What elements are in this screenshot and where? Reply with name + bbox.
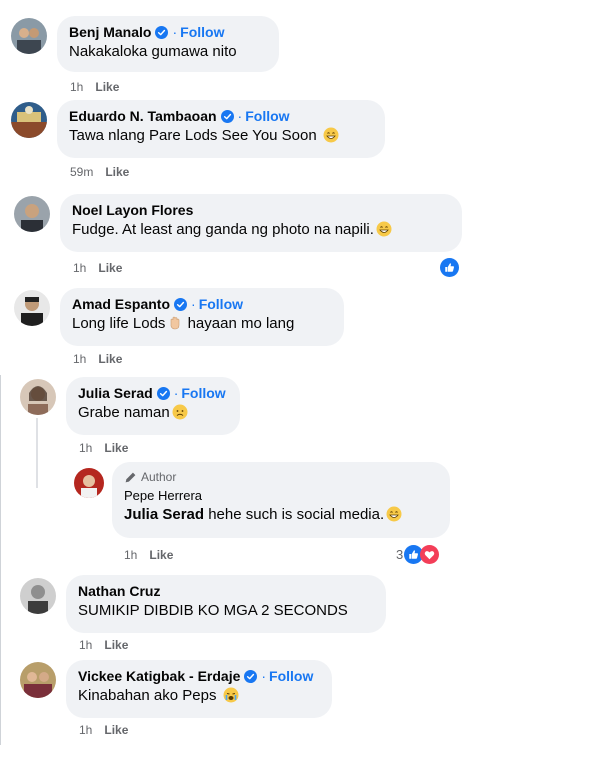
grin-emoji-icon [376, 221, 392, 237]
separator-dot: · [237, 108, 243, 124]
comment-text: Fudge. At least ang ganda ng photo na na… [72, 221, 450, 238]
mention-link[interactable]: Julia Serad [124, 506, 204, 523]
comment-text: SUMIKIP DIBDIB KO MGA 2 SECONDS [78, 602, 348, 619]
comment-meta: 1h Like [70, 80, 119, 94]
follow-button[interactable]: Follow [180, 24, 224, 40]
separator-dot: · [172, 24, 178, 40]
crying-emoji-icon [223, 687, 239, 703]
follow-button[interactable]: Follow [245, 108, 289, 124]
timestamp[interactable]: 1h [70, 80, 83, 94]
timestamp[interactable]: 1h [79, 723, 92, 737]
pencil-icon [125, 472, 136, 482]
reply-connector [36, 484, 38, 485]
like-button[interactable]: Like [95, 80, 119, 94]
separator-dot: · [261, 668, 267, 684]
comment-bubble: Amad Espanto · Follow Long life Lods hay… [60, 288, 344, 346]
comment-bubble: Julia Serad · Follow Grabe naman [66, 377, 240, 435]
thread-left-bar [0, 375, 1, 745]
like-button[interactable]: Like [149, 548, 173, 562]
separator-dot: · [191, 296, 196, 312]
avatar[interactable] [74, 468, 104, 498]
comment-meta: 1h Like [79, 723, 128, 737]
follow-button[interactable]: Follow [199, 296, 243, 312]
comment-bubble: Benj Manalo · Follow Nakakaloka gumawa n… [57, 16, 279, 72]
verified-badge-icon [157, 387, 170, 400]
avatar[interactable] [20, 578, 56, 614]
commenter-name[interactable]: Julia Serad [78, 385, 153, 401]
avatar[interactable] [20, 379, 56, 415]
verified-badge-icon [174, 298, 187, 311]
comment-meta: 1h Like [73, 352, 122, 366]
like-button[interactable]: Like [104, 723, 128, 737]
comment-meta: 59m Like [70, 165, 129, 179]
comment-text: Grabe naman [78, 404, 228, 421]
sad-emoji-icon [172, 404, 188, 420]
grin-emoji-icon [386, 506, 402, 522]
comment-meta: 1h Like [73, 261, 122, 275]
comment-text: Julia Serad hehe such is social media. [124, 506, 438, 523]
timestamp[interactable]: 59m [70, 165, 93, 179]
reaction-count: 3 [396, 547, 404, 562]
comment-meta: 1h Like [79, 441, 128, 455]
reaction-summary[interactable] [440, 258, 459, 277]
separator-dot: · [173, 385, 179, 401]
grin-emoji-icon [323, 127, 339, 143]
commenter-name[interactable]: Noel Layon Flores [72, 202, 193, 218]
like-button[interactable]: Like [98, 352, 122, 366]
commenter-name[interactable]: Pepe Herrera [124, 488, 202, 503]
commenter-name[interactable]: Vickee Katigbak - Erdaje [78, 668, 240, 684]
commenter-name[interactable]: Amad Espanto [72, 296, 170, 312]
like-button[interactable]: Like [98, 261, 122, 275]
comment-meta: 1h Like [79, 638, 128, 652]
author-tag: Author [124, 470, 438, 484]
avatar[interactable] [14, 196, 50, 232]
reply-thread-line [36, 418, 38, 488]
love-reaction-icon [420, 545, 439, 564]
commenter-name[interactable]: Benj Manalo [69, 24, 151, 40]
like-reaction-icon [440, 258, 459, 277]
comment-meta: 1h Like [124, 548, 173, 562]
timestamp[interactable]: 1h [124, 548, 137, 562]
comment-bubble: Author Pepe Herrera Julia Serad hehe suc… [112, 462, 450, 538]
timestamp[interactable]: 1h [79, 441, 92, 455]
comment-text: Kinabahan ako Peps [78, 687, 320, 704]
timestamp[interactable]: 1h [73, 352, 86, 366]
verified-badge-icon [155, 26, 168, 39]
verified-badge-icon [221, 110, 234, 123]
comment-text: Nakakaloka gumawa nito [69, 43, 237, 60]
timestamp[interactable]: 1h [73, 261, 86, 275]
comment-bubble: Noel Layon Flores Fudge. At least ang ga… [60, 194, 462, 252]
like-button[interactable]: Like [104, 638, 128, 652]
comment-text: Long life Lods hayaan mo lang [72, 315, 295, 332]
hand-emoji-icon [167, 315, 183, 331]
verified-badge-icon [244, 670, 257, 683]
comment-text: Tawa nlang Pare Lods See You Soon [69, 127, 373, 144]
comment-bubble: Eduardo N. Tambaoan · Follow Tawa nlang … [57, 100, 385, 158]
commenter-name[interactable]: Nathan Cruz [78, 583, 160, 599]
reaction-summary[interactable]: 3 [396, 545, 439, 564]
avatar[interactable] [11, 18, 47, 54]
like-button[interactable]: Like [104, 441, 128, 455]
avatar[interactable] [20, 662, 56, 698]
avatar[interactable] [14, 290, 50, 326]
timestamp[interactable]: 1h [79, 638, 92, 652]
comment-bubble: Nathan Cruz SUMIKIP DIBDIB KO MGA 2 SECO… [66, 575, 386, 633]
comment-bubble: Vickee Katigbak - Erdaje · Follow Kinaba… [66, 660, 332, 718]
like-button[interactable]: Like [105, 165, 129, 179]
commenter-name[interactable]: Eduardo N. Tambaoan [69, 108, 217, 124]
avatar[interactable] [11, 102, 47, 138]
follow-button[interactable]: Follow [181, 385, 225, 401]
follow-button[interactable]: Follow [269, 668, 313, 684]
